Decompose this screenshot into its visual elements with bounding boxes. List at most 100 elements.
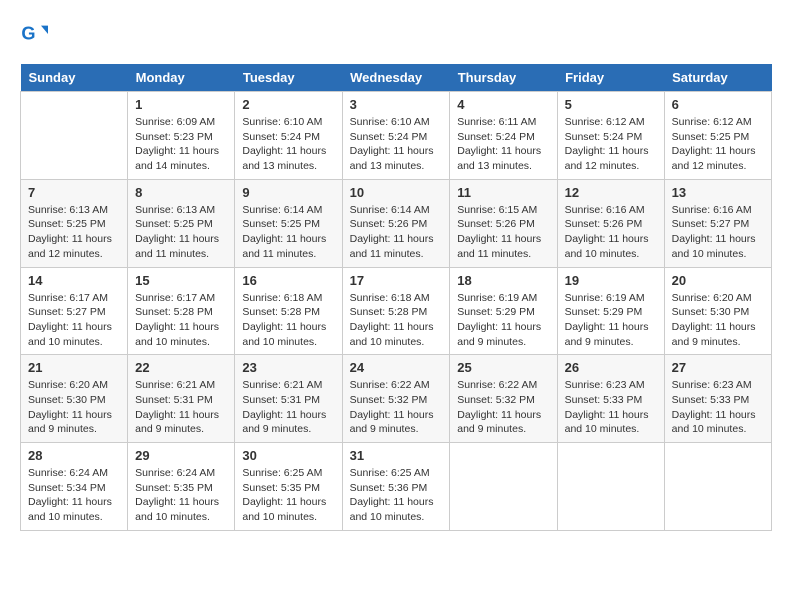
date-number: 25 <box>457 360 549 375</box>
calendar-cell: 24 Sunrise: 6:22 AMSunset: 5:32 PMDayligh… <box>342 355 450 443</box>
calendar-cell: 22 Sunrise: 6:21 AMSunset: 5:31 PMDayligh… <box>128 355 235 443</box>
date-number: 21 <box>28 360 120 375</box>
sun-info: Sunrise: 6:24 AMSunset: 5:35 PMDaylight:… <box>135 466 227 525</box>
sun-info: Sunrise: 6:17 AMSunset: 5:27 PMDaylight:… <box>28 291 120 350</box>
sun-info: Sunrise: 6:14 AMSunset: 5:25 PMDaylight:… <box>242 203 334 262</box>
calendar-cell: 25 Sunrise: 6:22 AMSunset: 5:32 PMDayligh… <box>450 355 557 443</box>
sun-info: Sunrise: 6:12 AMSunset: 5:25 PMDaylight:… <box>672 115 764 174</box>
calendar-cell <box>450 443 557 531</box>
sun-info: Sunrise: 6:21 AMSunset: 5:31 PMDaylight:… <box>242 378 334 437</box>
date-number: 24 <box>350 360 443 375</box>
svg-text:G: G <box>21 24 35 44</box>
calendar-cell: 18 Sunrise: 6:19 AMSunset: 5:29 PMDayligh… <box>450 267 557 355</box>
calendar-cell <box>557 443 664 531</box>
calendar-cell: 11 Sunrise: 6:15 AMSunset: 5:26 PMDayligh… <box>450 179 557 267</box>
calendar-cell: 3 Sunrise: 6:10 AMSunset: 5:24 PMDaylight… <box>342 92 450 180</box>
date-number: 14 <box>28 273 120 288</box>
sun-info: Sunrise: 6:12 AMSunset: 5:24 PMDaylight:… <box>565 115 657 174</box>
date-number: 23 <box>242 360 334 375</box>
sun-info: Sunrise: 6:18 AMSunset: 5:28 PMDaylight:… <box>242 291 334 350</box>
date-number: 31 <box>350 448 443 463</box>
calendar-cell: 7 Sunrise: 6:13 AMSunset: 5:25 PMDaylight… <box>21 179 128 267</box>
date-number: 15 <box>135 273 227 288</box>
date-number: 5 <box>565 97 657 112</box>
sun-info: Sunrise: 6:19 AMSunset: 5:29 PMDaylight:… <box>457 291 549 350</box>
calendar-cell: 19Sunrise: 6:19 AMSunset: 5:29 PMDayligh… <box>557 267 664 355</box>
sun-info: Sunrise: 6:23 AMSunset: 5:33 PMDaylight:… <box>565 378 657 437</box>
calendar-cell: 8 Sunrise: 6:13 AMSunset: 5:25 PMDaylight… <box>128 179 235 267</box>
calendar-cell: 23 Sunrise: 6:21 AMSunset: 5:31 PMDayligh… <box>235 355 342 443</box>
sun-info: Sunrise: 6:25 AMSunset: 5:36 PMDaylight:… <box>350 466 443 525</box>
calendar-cell: 16Sunrise: 6:18 AMSunset: 5:28 PMDayligh… <box>235 267 342 355</box>
calendar-cell: 12 Sunrise: 6:16 AMSunset: 5:26 PMDayligh… <box>557 179 664 267</box>
sun-info: Sunrise: 6:19 AMSunset: 5:29 PMDaylight:… <box>565 291 657 350</box>
week-row-1: 7 Sunrise: 6:13 AMSunset: 5:25 PMDaylight… <box>21 179 772 267</box>
date-number: 28 <box>28 448 120 463</box>
calendar-header-row: SundayMondayTuesdayWednesdayThursdayFrid… <box>21 64 772 92</box>
calendar-cell: 1Sunrise: 6:09 AMSunset: 5:23 PMDaylight… <box>128 92 235 180</box>
date-number: 7 <box>28 185 120 200</box>
date-number: 29 <box>135 448 227 463</box>
sun-info: Sunrise: 6:21 AMSunset: 5:31 PMDaylight:… <box>135 378 227 437</box>
sun-info: Sunrise: 6:09 AMSunset: 5:23 PMDaylight:… <box>135 115 227 174</box>
calendar-cell: 6 Sunrise: 6:12 AMSunset: 5:25 PMDaylight… <box>664 92 771 180</box>
sun-info: Sunrise: 6:14 AMSunset: 5:26 PMDaylight:… <box>350 203 443 262</box>
date-number: 17 <box>350 273 443 288</box>
sun-info: Sunrise: 6:11 AMSunset: 5:24 PMDaylight:… <box>457 115 549 174</box>
calendar-cell: 15 Sunrise: 6:17 AMSunset: 5:28 PMDayligh… <box>128 267 235 355</box>
date-number: 4 <box>457 97 549 112</box>
date-number: 9 <box>242 185 334 200</box>
sun-info: Sunrise: 6:20 AMSunset: 5:30 PMDaylight:… <box>672 291 764 350</box>
week-row-4: 28Sunrise: 6:24 AMSunset: 5:34 PMDayligh… <box>21 443 772 531</box>
sun-info: Sunrise: 6:10 AMSunset: 5:24 PMDaylight:… <box>242 115 334 174</box>
page-header: G <box>20 20 772 48</box>
sun-info: Sunrise: 6:22 AMSunset: 5:32 PMDaylight:… <box>350 378 443 437</box>
week-row-0: 1Sunrise: 6:09 AMSunset: 5:23 PMDaylight… <box>21 92 772 180</box>
calendar-cell <box>664 443 771 531</box>
calendar-cell: 26 Sunrise: 6:23 AMSunset: 5:33 PMDayligh… <box>557 355 664 443</box>
date-number: 6 <box>672 97 764 112</box>
header-saturday: Saturday <box>664 64 771 92</box>
date-number: 12 <box>565 185 657 200</box>
date-number: 18 <box>457 273 549 288</box>
calendar-cell: 9 Sunrise: 6:14 AMSunset: 5:25 PMDaylight… <box>235 179 342 267</box>
week-row-3: 21Sunrise: 6:20 AMSunset: 5:30 PMDayligh… <box>21 355 772 443</box>
header-friday: Friday <box>557 64 664 92</box>
calendar-cell: 5 Sunrise: 6:12 AMSunset: 5:24 PMDaylight… <box>557 92 664 180</box>
calendar-table: SundayMondayTuesdayWednesdayThursdayFrid… <box>20 64 772 531</box>
sun-info: Sunrise: 6:22 AMSunset: 5:32 PMDaylight:… <box>457 378 549 437</box>
calendar-cell: 31 Sunrise: 6:25 AMSunset: 5:36 PMDayligh… <box>342 443 450 531</box>
date-number: 2 <box>242 97 334 112</box>
calendar-cell: 21Sunrise: 6:20 AMSunset: 5:30 PMDayligh… <box>21 355 128 443</box>
date-number: 26 <box>565 360 657 375</box>
calendar-cell: 14 Sunrise: 6:17 AMSunset: 5:27 PMDayligh… <box>21 267 128 355</box>
sun-info: Sunrise: 6:15 AMSunset: 5:26 PMDaylight:… <box>457 203 549 262</box>
sun-info: Sunrise: 6:13 AMSunset: 5:25 PMDaylight:… <box>135 203 227 262</box>
calendar-cell: 30Sunrise: 6:25 AMSunset: 5:35 PMDayligh… <box>235 443 342 531</box>
header-tuesday: Tuesday <box>235 64 342 92</box>
date-number: 13 <box>672 185 764 200</box>
header-thursday: Thursday <box>450 64 557 92</box>
calendar-cell: 2 Sunrise: 6:10 AMSunset: 5:24 PMDaylight… <box>235 92 342 180</box>
sun-info: Sunrise: 6:13 AMSunset: 5:25 PMDaylight:… <box>28 203 120 262</box>
week-row-2: 14 Sunrise: 6:17 AMSunset: 5:27 PMDayligh… <box>21 267 772 355</box>
date-number: 11 <box>457 185 549 200</box>
calendar-cell: 27Sunrise: 6:23 AMSunset: 5:33 PMDayligh… <box>664 355 771 443</box>
sun-info: Sunrise: 6:23 AMSunset: 5:33 PMDaylight:… <box>672 378 764 437</box>
sun-info: Sunrise: 6:16 AMSunset: 5:27 PMDaylight:… <box>672 203 764 262</box>
sun-info: Sunrise: 6:10 AMSunset: 5:24 PMDaylight:… <box>350 115 443 174</box>
date-number: 10 <box>350 185 443 200</box>
date-number: 3 <box>350 97 443 112</box>
date-number: 22 <box>135 360 227 375</box>
sun-info: Sunrise: 6:16 AMSunset: 5:26 PMDaylight:… <box>565 203 657 262</box>
calendar-cell <box>21 92 128 180</box>
calendar-cell: 10 Sunrise: 6:14 AMSunset: 5:26 PMDayligh… <box>342 179 450 267</box>
calendar-cell: 17Sunrise: 6:18 AMSunset: 5:28 PMDayligh… <box>342 267 450 355</box>
header-monday: Monday <box>128 64 235 92</box>
date-number: 8 <box>135 185 227 200</box>
sun-info: Sunrise: 6:17 AMSunset: 5:28 PMDaylight:… <box>135 291 227 350</box>
date-number: 20 <box>672 273 764 288</box>
calendar-cell: 13 Sunrise: 6:16 AMSunset: 5:27 PMDayligh… <box>664 179 771 267</box>
calendar-cell: 20 Sunrise: 6:20 AMSunset: 5:30 PMDayligh… <box>664 267 771 355</box>
header-wednesday: Wednesday <box>342 64 450 92</box>
